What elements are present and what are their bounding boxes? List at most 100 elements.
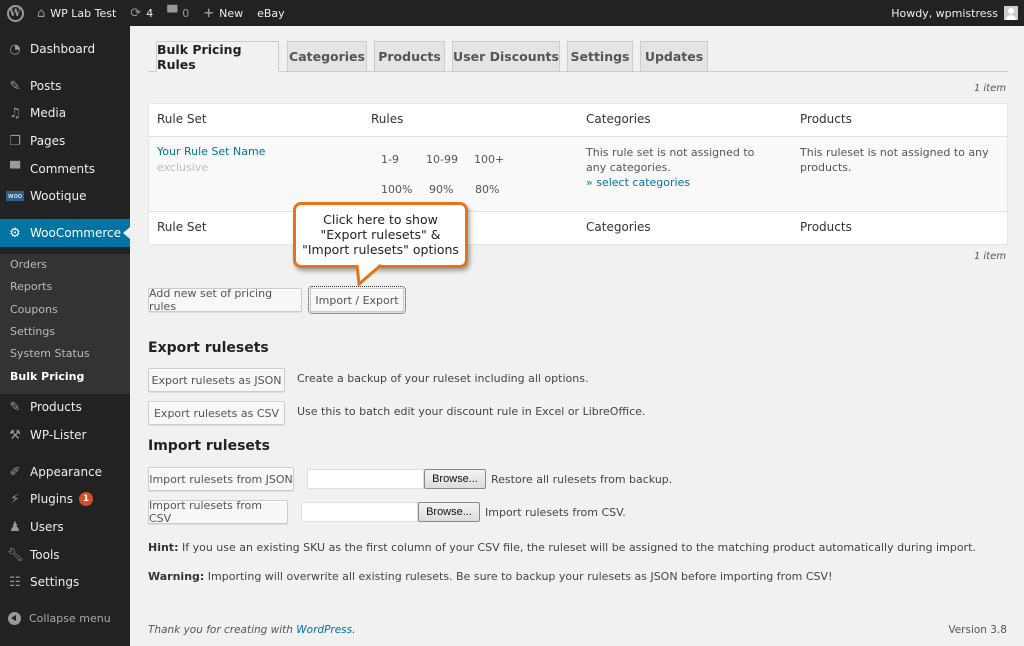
submenu-item-reports[interactable]: Reports — [10, 280, 52, 293]
sidebar-item-products[interactable]: ✎ Products — [0, 393, 130, 421]
comments-count: 0 — [182, 6, 190, 20]
import-json-button[interactable]: Import rulesets from JSON — [148, 467, 294, 491]
plus-icon: + — [203, 5, 215, 21]
column-header-rule-set[interactable]: Rule Set — [157, 112, 207, 126]
warning-text: Importing will overwrite all existing ru… — [204, 570, 833, 583]
tab-products[interactable]: Products — [374, 41, 445, 72]
comments-link[interactable]: ▀ 0 — [160, 0, 196, 26]
rule-set-name-link[interactable]: Your Rule Set Name — [157, 145, 265, 158]
sidebar-item-settings[interactable]: ☷ Settings — [0, 568, 130, 596]
rule-range: 10-99 — [426, 153, 458, 166]
column-footer-categories[interactable]: Categories — [586, 220, 651, 234]
tab-user-discounts[interactable]: User Discounts — [452, 41, 560, 72]
updates-link[interactable]: ⟳ 4 — [123, 0, 160, 26]
footer-version: Version 3.8 — [948, 624, 1007, 636]
column-header-products[interactable]: Products — [800, 112, 852, 126]
item-count-top: 1 item — [973, 83, 1006, 94]
column-header-rules[interactable]: Rules — [371, 112, 403, 126]
column-footer-products[interactable]: Products — [800, 220, 852, 234]
submenu-item-orders[interactable]: Orders — [10, 258, 47, 271]
wordpress-logo-icon: W — [6, 4, 24, 22]
tab-bulk-pricing-rules[interactable]: Bulk Pricing Rules — [156, 41, 279, 73]
add-new-pricing-rules-button[interactable]: Add new set of pricing rules — [148, 287, 302, 313]
export-json-button[interactable]: Export rulesets as JSON — [148, 368, 285, 392]
sidebar-item-appearance[interactable]: ✐ Appearance — [0, 458, 130, 486]
updates-count: 4 — [146, 6, 154, 20]
callout-line: "Export rulesets" & — [320, 227, 441, 242]
collapse-arrow-icon — [8, 611, 21, 625]
select-categories-link[interactable]: » select categories — [586, 176, 690, 189]
sidebar-item-label: Products — [30, 400, 82, 414]
sidebar-item-tools[interactable]: 🔧︎ Tools — [0, 541, 130, 569]
rulesets-table: Rule Set Rules Categories Products Your … — [148, 103, 1008, 245]
collapse-menu-button[interactable]: Collapse menu — [0, 608, 130, 628]
sidebar-item-media[interactable]: ♫ Media — [0, 99, 130, 127]
warning-label: Warning: — [148, 570, 205, 583]
sidebar-item-dashboard[interactable]: ◔ Dashboard — [0, 35, 130, 63]
rule-range: 1-9 — [381, 153, 399, 166]
ebay-link[interactable]: eBay — [250, 0, 292, 26]
import-json-browse-button[interactable]: Browse... — [424, 469, 486, 489]
import-json-file-input[interactable] — [307, 469, 424, 489]
import-csv-file-input[interactable] — [301, 502, 418, 522]
hint-text: If you use an existing SKU as the first … — [178, 541, 976, 554]
import-csv-browse-button[interactable]: Browse... — [418, 502, 480, 522]
export-rulesets-heading: Export rulesets — [148, 340, 269, 356]
footer-thanks: Thank you for creating with WordPress. — [148, 624, 355, 636]
rule-set-type: exclusive — [157, 161, 209, 174]
wordpress-logo-button[interactable]: W — [0, 0, 30, 26]
sidebar-item-wootique[interactable]: woo Wootique — [0, 182, 130, 210]
column-footer-rule-set[interactable]: Rule Set — [157, 220, 207, 234]
gear-icon: ⚙ — [9, 225, 21, 241]
table-header-row: Rule Set Rules Categories Products — [149, 104, 1007, 136]
hint-label: Hint: — [148, 541, 179, 554]
callout-pointer — [355, 264, 382, 286]
import-csv-button[interactable]: Import rulesets from CSV — [148, 499, 288, 525]
rule-percent: 90% — [429, 183, 454, 196]
hint-note: Hint: If you use an existing SKU as the … — [148, 541, 976, 554]
sidebar-item-label: WooCommerce — [30, 226, 121, 240]
wordpress-link[interactable]: WordPress — [296, 624, 352, 636]
callout-tooltip: Click here to show "Export rulesets" & "… — [293, 202, 468, 268]
submenu-item-system-status[interactable]: System Status — [10, 347, 90, 360]
sidebar-item-wp-lister[interactable]: ⚒ WP-Lister — [0, 421, 130, 449]
sidebar-item-label: Posts — [30, 79, 62, 93]
sidebar-item-pages[interactable]: ❐ Pages — [0, 127, 130, 155]
rule-percent: 80% — [475, 183, 500, 196]
sidebar-item-users[interactable]: ♟ Users — [0, 513, 130, 541]
submenu-item-settings[interactable]: Settings — [10, 325, 55, 338]
sidebar-item-woocommerce[interactable]: ⚙ WooCommerce — [0, 219, 130, 247]
ebay-label: eBay — [257, 6, 285, 20]
admin-bar: W ⌂ WP Lab Test ⟳ 4 ▀ 0 + New eBay Howdy… — [0, 0, 1024, 26]
footer-thanks-prefix: Thank you for creating with — [148, 624, 297, 636]
submenu-item-bulk-pricing[interactable]: Bulk Pricing — [10, 370, 84, 383]
sidebar-item-comments[interactable]: ▀ Comments — [0, 155, 130, 183]
new-content-link[interactable]: + New — [196, 0, 250, 26]
categories-status-text: This rule set is not assigned to any cat… — [586, 146, 755, 174]
submenu-item-coupons[interactable]: Coupons — [10, 303, 58, 316]
woo-icon: woo — [5, 191, 25, 201]
hammer-icon: ⚒ — [9, 427, 21, 443]
import-export-button[interactable]: Import / Export — [308, 286, 406, 314]
sidebar-item-posts[interactable]: ✎ Posts — [0, 72, 130, 100]
sidebar-item-label: Users — [30, 520, 64, 534]
site-name-link[interactable]: ⌂ WP Lab Test — [30, 0, 123, 26]
sidebar-item-plugins[interactable]: ⚡ Plugins 1 — [0, 485, 130, 513]
comment-icon: ▀ — [10, 161, 20, 177]
tab-categories[interactable]: Categories — [287, 41, 367, 72]
footer-thanks-suffix: . — [352, 624, 356, 636]
tab-settings[interactable]: Settings — [567, 41, 633, 72]
pin-icon: ✎ — [9, 399, 21, 415]
export-csv-button[interactable]: Export rulesets as CSV — [148, 401, 285, 425]
my-account-link[interactable]: Howdy, wpmistress — [884, 0, 1024, 26]
plugins-update-badge: 1 — [78, 492, 93, 506]
export-json-description: Create a backup of your ruleset includin… — [297, 372, 589, 385]
table-row: Your Rule Set Name exclusive 1-9 10-99 1… — [149, 136, 1007, 212]
sidebar-item-label: Comments — [30, 162, 96, 176]
sidebar-item-label: Media — [30, 106, 67, 120]
column-header-categories[interactable]: Categories — [586, 112, 651, 126]
item-count-bottom: 1 item — [973, 251, 1006, 262]
sidebar-item-label: Appearance — [30, 465, 103, 479]
comment-icon: ▀ — [167, 5, 178, 21]
tab-updates[interactable]: Updates — [640, 41, 708, 72]
